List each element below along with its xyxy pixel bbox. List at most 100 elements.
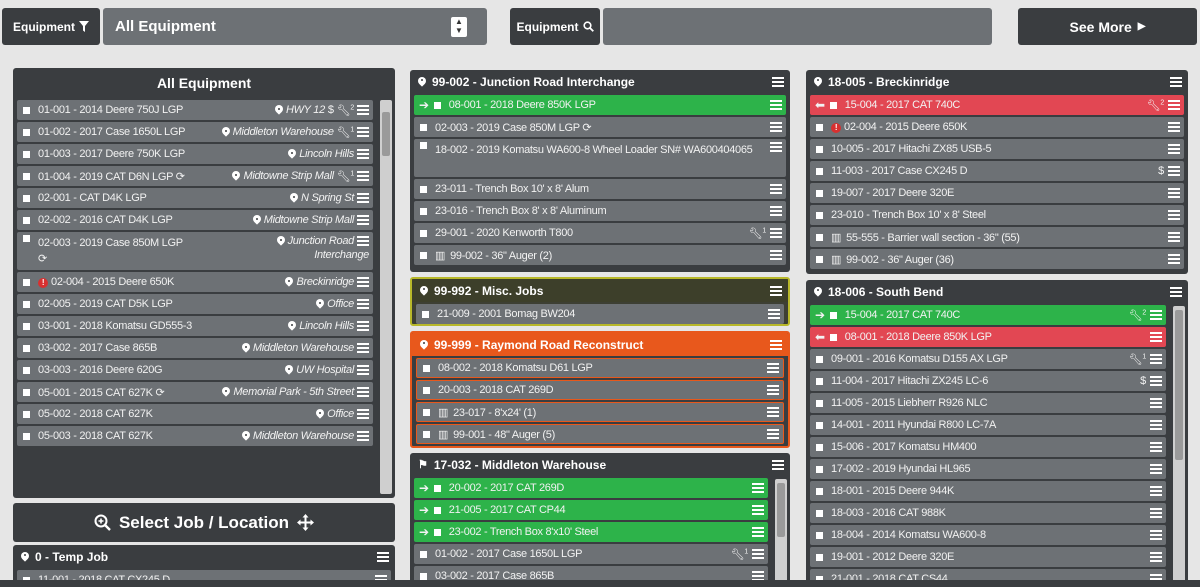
row-checkbox[interactable] bbox=[23, 366, 30, 374]
equipment-row[interactable]: 11-005 - 2015 Liebherr R926 NLC bbox=[810, 393, 1166, 413]
row-checkbox[interactable] bbox=[420, 142, 427, 149]
equipment-row[interactable]: 23-011 - Trench Box 10' x 8' Alum bbox=[414, 179, 786, 199]
equipment-search-input[interactable] bbox=[603, 8, 992, 45]
menu-icon[interactable] bbox=[752, 483, 764, 493]
menu-icon[interactable] bbox=[357, 193, 369, 203]
equipment-row[interactable]: 18-002 - 2019 Komatsu WA600-8 Wheel Load… bbox=[414, 139, 786, 177]
equipment-row[interactable]: ▥ 99-001 - 48" Auger (5) bbox=[416, 424, 784, 444]
menu-icon[interactable] bbox=[357, 409, 369, 419]
equipment-row[interactable]: ⬅ 15-004 - 2017 CAT 740C 🔧︎2 bbox=[810, 95, 1184, 115]
scrollbar[interactable] bbox=[380, 100, 392, 494]
menu-icon[interactable] bbox=[357, 127, 369, 137]
equipment-filter-select[interactable]: All Equipment ▲ ▼ bbox=[103, 8, 487, 45]
menu-icon[interactable] bbox=[1150, 420, 1162, 430]
menu-icon[interactable] bbox=[770, 100, 782, 110]
row-checkbox[interactable] bbox=[433, 101, 441, 109]
row-checkbox[interactable] bbox=[23, 344, 30, 352]
menu-icon[interactable] bbox=[1150, 376, 1162, 386]
equipment-row[interactable]: 21-009 - 2001 Bomag BW204 bbox=[416, 304, 784, 324]
row-checkbox[interactable] bbox=[816, 443, 823, 451]
menu-icon[interactable] bbox=[1168, 232, 1180, 242]
scrollbar-thumb[interactable] bbox=[777, 483, 785, 537]
filter-button[interactable]: Equipment bbox=[2, 8, 100, 45]
row-checkbox[interactable] bbox=[816, 553, 823, 561]
menu-icon[interactable] bbox=[1150, 398, 1162, 408]
menu-icon[interactable] bbox=[1150, 486, 1162, 496]
equipment-row[interactable]: 18-004 - 2014 Komatsu WA600-8 bbox=[810, 525, 1166, 545]
equipment-row[interactable]: 03-001 - 2018 Komatsu GD555-3 Lincoln Hil… bbox=[17, 316, 373, 336]
equipment-row[interactable]: 01-001 - 2014 Deere 750J LGP HWY 12 $ 🔧︎2 bbox=[17, 100, 373, 120]
equipment-row[interactable]: 02-002 - 2016 CAT D4K LGP Midtowne Strip … bbox=[17, 210, 373, 230]
menu-icon[interactable] bbox=[1168, 100, 1180, 110]
equipment-row[interactable]: 17-002 - 2019 Hyundai HL965 bbox=[810, 459, 1166, 479]
menu-icon[interactable] bbox=[752, 527, 764, 537]
row-checkbox[interactable] bbox=[816, 233, 823, 241]
menu-icon[interactable] bbox=[1168, 144, 1180, 154]
menu-icon[interactable] bbox=[357, 171, 369, 181]
row-checkbox[interactable] bbox=[420, 572, 427, 580]
menu-icon[interactable] bbox=[357, 321, 369, 331]
scrollbar-thumb[interactable] bbox=[382, 112, 390, 156]
scrollbar[interactable] bbox=[775, 479, 787, 587]
equipment-row[interactable]: ▥ 99-002 - 36" Auger (2) bbox=[414, 245, 786, 265]
row-checkbox[interactable] bbox=[816, 189, 823, 197]
row-checkbox[interactable] bbox=[816, 399, 823, 407]
row-checkbox[interactable] bbox=[23, 194, 30, 202]
equipment-row[interactable]: ▥ 99-002 - 36" Auger (36) bbox=[810, 249, 1184, 269]
equipment-row[interactable]: 03-003 - 2016 Deere 620G UW Hospital bbox=[17, 360, 373, 380]
equipment-row[interactable]: 01-004 - 2019 CAT D6N LGP ⟳ Midtowne Stri… bbox=[17, 166, 373, 186]
menu-icon[interactable] bbox=[1150, 530, 1162, 540]
row-checkbox[interactable] bbox=[816, 465, 823, 473]
equipment-row[interactable]: 19-007 - 2017 Deere 320E bbox=[810, 183, 1184, 203]
equipment-row[interactable]: ➔ 20-002 - 2017 CAT 269D bbox=[414, 478, 768, 498]
row-checkbox[interactable] bbox=[420, 207, 427, 215]
bottom-scrollbar[interactable] bbox=[0, 580, 1200, 587]
menu-icon[interactable] bbox=[357, 105, 369, 115]
row-checkbox[interactable] bbox=[23, 388, 30, 396]
menu-icon[interactable] bbox=[770, 142, 782, 152]
menu-icon[interactable] bbox=[357, 343, 369, 353]
menu-icon[interactable] bbox=[357, 149, 369, 159]
menu-icon[interactable] bbox=[768, 309, 780, 319]
row-checkbox[interactable] bbox=[423, 386, 430, 394]
see-more-button[interactable]: See More ▶ bbox=[1018, 8, 1197, 45]
row-checkbox[interactable] bbox=[816, 211, 823, 219]
equipment-row[interactable]: 15-006 - 2017 Komatsu HM400 bbox=[810, 437, 1166, 457]
menu-icon[interactable] bbox=[1168, 166, 1180, 176]
equipment-row[interactable]: 02-001 - CAT D4K LGP N Spring St bbox=[17, 188, 373, 208]
equipment-row[interactable]: 18-003 - 2016 CAT 988K bbox=[810, 503, 1166, 523]
row-checkbox[interactable] bbox=[420, 229, 427, 237]
equipment-row[interactable]: 08-002 - 2018 Komatsu D61 LGP bbox=[416, 358, 784, 378]
equipment-row[interactable]: 23-010 - Trench Box 10' x 8' Steel bbox=[810, 205, 1184, 225]
equipment-row[interactable]: ➔ 21-005 - 2017 CAT CP44 bbox=[414, 500, 768, 520]
menu-icon[interactable] bbox=[770, 122, 782, 132]
menu-icon[interactable] bbox=[772, 76, 784, 87]
row-checkbox[interactable] bbox=[23, 278, 30, 286]
menu-icon[interactable] bbox=[770, 184, 782, 194]
row-checkbox[interactable] bbox=[433, 484, 441, 492]
menu-icon[interactable] bbox=[1150, 310, 1162, 320]
row-checkbox[interactable] bbox=[816, 487, 823, 495]
equipment-row[interactable]: 05-003 - 2018 CAT 627K Middleton Warehous… bbox=[17, 426, 373, 446]
row-checkbox[interactable] bbox=[23, 322, 30, 330]
equipment-row[interactable]: 05-002 - 2018 CAT 627K Office bbox=[17, 404, 373, 424]
menu-icon[interactable] bbox=[772, 459, 784, 470]
menu-icon[interactable] bbox=[1168, 254, 1180, 264]
menu-icon[interactable] bbox=[1150, 442, 1162, 452]
equipment-search-button[interactable]: Equipment bbox=[510, 8, 600, 45]
select-job-location-button[interactable]: Select Job / Location bbox=[13, 503, 395, 542]
row-checkbox[interactable] bbox=[23, 432, 30, 440]
row-checkbox[interactable] bbox=[829, 333, 837, 341]
menu-icon[interactable] bbox=[1150, 354, 1162, 364]
equipment-row[interactable]: 10-005 - 2017 Hitachi ZX85 USB-5 bbox=[810, 139, 1184, 159]
row-checkbox[interactable] bbox=[816, 377, 823, 385]
menu-icon[interactable] bbox=[767, 385, 779, 395]
row-checkbox[interactable] bbox=[433, 528, 441, 536]
equipment-row[interactable]: 23-016 - Trench Box 8' x 8' Aluminum bbox=[414, 201, 786, 221]
scrollbar-thumb[interactable] bbox=[1175, 310, 1183, 460]
equipment-row[interactable]: 20-003 - 2018 CAT 269D bbox=[416, 380, 784, 400]
equipment-row[interactable]: 05-001 - 2015 CAT 627K ⟳ Memorial Park - … bbox=[17, 382, 373, 402]
menu-icon[interactable] bbox=[770, 206, 782, 216]
equipment-row[interactable]: 01-002 - 2017 Case 1650L LGP Middleton Wa… bbox=[17, 122, 373, 142]
menu-icon[interactable] bbox=[767, 363, 779, 373]
